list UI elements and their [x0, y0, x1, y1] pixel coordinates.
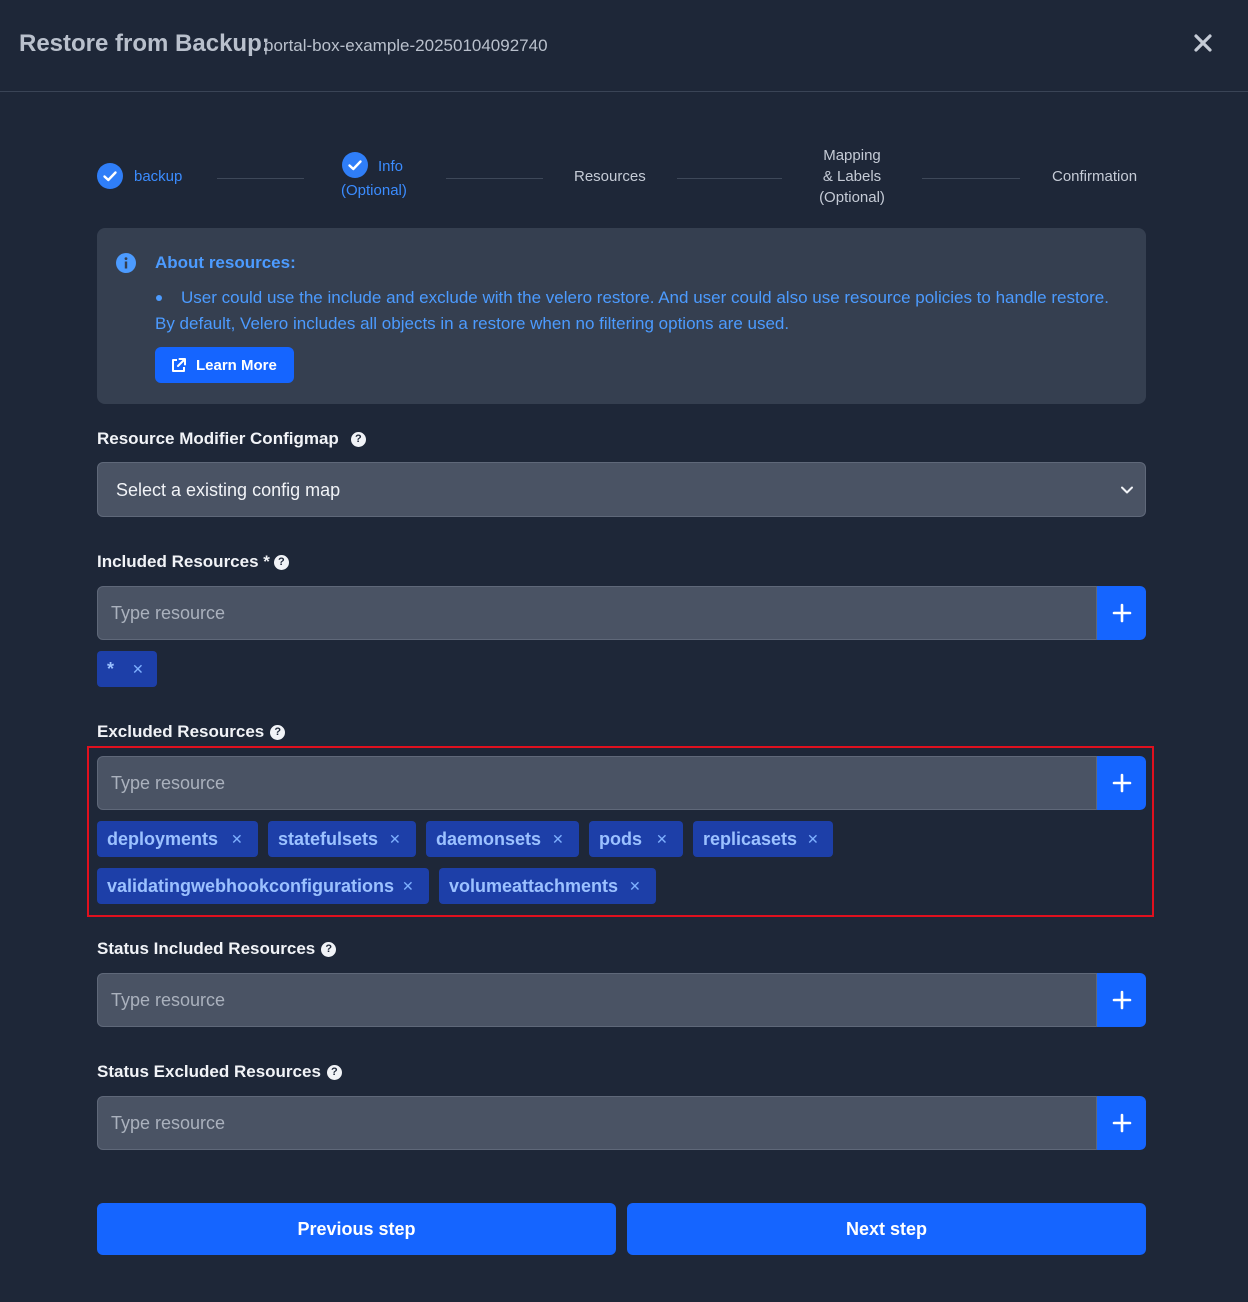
configmap-label-text: Resource Modifier Configmap	[97, 429, 339, 448]
tag-label: pods	[599, 828, 642, 849]
remove-tag-icon[interactable]: ✕	[402, 878, 414, 895]
info-box: About resources: User could use the incl…	[97, 228, 1146, 404]
info-icon	[116, 253, 136, 273]
excluded-tag: daemonsets ✕	[426, 821, 579, 857]
excluded-resources-label: Excluded Resources ?	[97, 722, 286, 742]
status-included-input[interactable]	[97, 973, 1097, 1027]
plus-icon	[1112, 773, 1131, 793]
step-connector	[446, 178, 543, 179]
included-resources-input[interactable]	[97, 586, 1097, 640]
learn-more-button[interactable]: Learn More	[155, 347, 294, 383]
status-excluded-label-text: Status Excluded Resources	[97, 1062, 321, 1081]
step-mapping-line3: (Optional)	[819, 189, 885, 206]
tag-label: *	[107, 658, 115, 679]
help-icon[interactable]: ?	[273, 554, 289, 570]
step-connector	[217, 178, 304, 179]
add-status-excluded-button[interactable]	[1097, 1096, 1146, 1150]
status-excluded-input[interactable]	[97, 1096, 1097, 1150]
step-confirmation[interactable]: Confirmation	[1052, 166, 1137, 187]
next-step-button[interactable]: Next step	[627, 1203, 1146, 1255]
step-resources[interactable]: Resources	[574, 166, 646, 187]
chevron-down-icon	[1121, 486, 1133, 494]
close-icon	[1194, 34, 1212, 52]
help-icon[interactable]: ?	[350, 431, 366, 447]
step-backup-check-icon	[97, 163, 123, 189]
status-included-label-text: Status Included Resources	[97, 939, 316, 958]
step-connector	[677, 178, 782, 179]
close-button[interactable]	[1190, 30, 1218, 58]
learn-more-label: Learn More	[196, 356, 277, 374]
remove-tag-icon[interactable]: ✕	[807, 831, 819, 848]
step-connector	[922, 178, 1020, 179]
excluded-resources-row	[97, 756, 1146, 810]
excluded-tag: pods ✕	[589, 821, 683, 857]
included-label-text: Included Resources *	[97, 552, 270, 571]
step-mapping[interactable]: Mapping & Labels (Optional)	[813, 145, 891, 208]
info-title: About resources:	[155, 253, 296, 272]
add-included-button[interactable]	[1097, 586, 1146, 640]
included-resources-row	[97, 586, 1146, 640]
status-included-row	[97, 973, 1146, 1027]
remove-tag-icon[interactable]: ✕	[231, 831, 243, 848]
remove-tag-icon[interactable]: ✕	[552, 831, 564, 848]
excluded-tag: statefulsets ✕	[268, 821, 416, 857]
tag-label: statefulsets	[278, 828, 379, 849]
remove-tag-icon[interactable]: ✕	[132, 661, 144, 678]
tag-label: daemonsets	[436, 828, 542, 849]
configmap-selected-value: Select a existing config map	[116, 480, 341, 500]
remove-tag-icon[interactable]: ✕	[629, 878, 641, 895]
step-info[interactable]: Info	[378, 156, 403, 177]
remove-tag-icon[interactable]: ✕	[656, 831, 668, 848]
step-info-optional: (Optional)	[341, 182, 407, 199]
add-status-included-button[interactable]	[1097, 973, 1146, 1027]
info-text: User could use the include and exclude w…	[155, 288, 1109, 333]
tag-label: validatingwebhookconfigurations	[107, 875, 395, 896]
excluded-tag: volumeattachments ✕	[439, 868, 656, 904]
excluded-tag: validatingwebhookconfigurations ✕	[97, 868, 429, 904]
excluded-tag: replicasets ✕	[693, 821, 833, 857]
included-resources-label: Included Resources * ?	[97, 552, 289, 572]
excluded-tag: deployments ✕	[97, 821, 258, 857]
included-tag: * ✕	[97, 651, 157, 687]
dialog-title: Restore from Backup:	[19, 30, 270, 57]
previous-step-button[interactable]: Previous step	[97, 1203, 616, 1255]
configmap-select[interactable]: Select a existing config map	[97, 462, 1146, 517]
excluded-label-text: Excluded Resources	[97, 722, 265, 741]
status-excluded-row	[97, 1096, 1146, 1150]
dialog-header: Restore from Backup: portal-box-example-…	[0, 0, 1248, 92]
backup-name: portal-box-example-20250104092740	[264, 36, 548, 55]
help-icon[interactable]: ?	[270, 724, 286, 740]
add-excluded-button[interactable]	[1097, 756, 1146, 810]
tag-label: replicasets	[703, 828, 798, 849]
help-icon[interactable]: ?	[326, 1064, 342, 1080]
step-mapping-line1: Mapping	[823, 147, 881, 164]
plus-icon	[1112, 990, 1131, 1010]
step-info-check-icon	[342, 152, 368, 178]
remove-tag-icon[interactable]: ✕	[389, 831, 401, 848]
step-backup[interactable]: backup	[134, 166, 182, 187]
status-included-label: Status Included Resources ?	[97, 939, 337, 959]
step-mapping-line2: & Labels	[822, 168, 882, 185]
plus-icon	[1112, 603, 1131, 623]
help-icon[interactable]: ?	[321, 941, 337, 957]
status-excluded-label: Status Excluded Resources ?	[97, 1062, 342, 1082]
tag-label: volumeattachments	[449, 875, 619, 896]
external-link-icon	[172, 357, 186, 372]
configmap-label: Resource Modifier Configmap ?	[97, 429, 366, 449]
plus-icon	[1112, 1113, 1131, 1133]
excluded-resources-input[interactable]	[97, 756, 1097, 810]
tag-label: deployments	[107, 828, 219, 849]
